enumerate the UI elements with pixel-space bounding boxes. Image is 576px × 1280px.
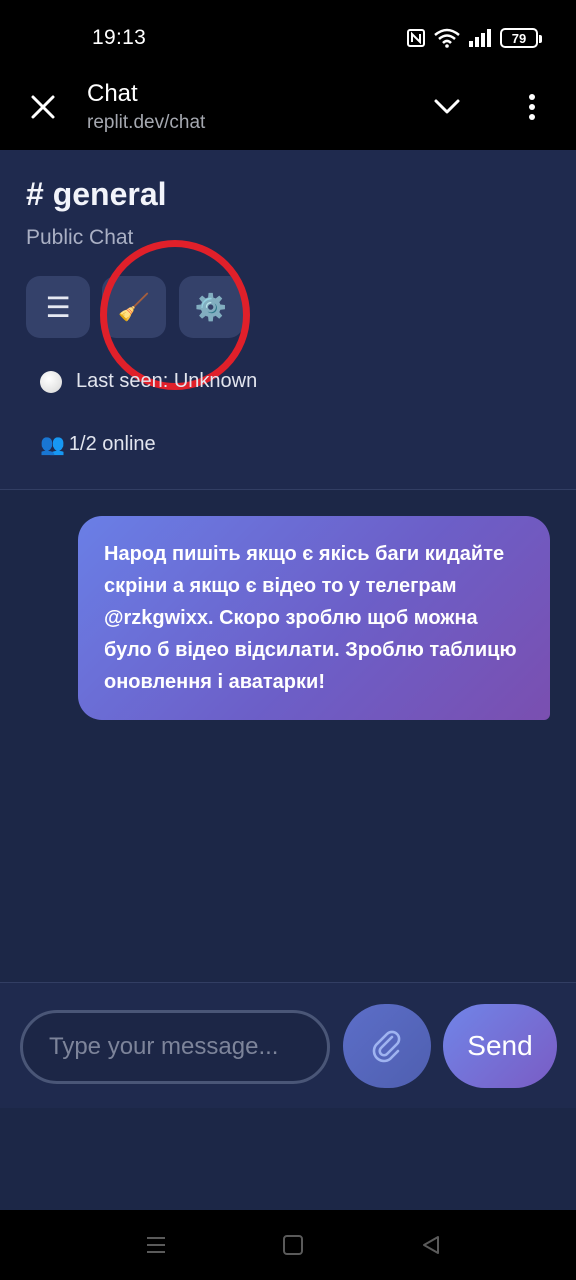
signal-icon — [469, 29, 491, 47]
close-button[interactable] — [26, 90, 60, 124]
status-icons: 79 — [406, 26, 542, 50]
home-button[interactable] — [280, 1232, 306, 1258]
menu-icon: ☰ — [45, 291, 71, 323]
nfc-icon — [407, 29, 425, 47]
close-icon — [31, 95, 55, 119]
paperclip-icon — [372, 1030, 401, 1063]
browser-bar: Chat replit.dev/chat — [0, 76, 576, 150]
battery-icon: 79 — [500, 28, 542, 48]
menu-button[interactable]: ☰ — [26, 276, 90, 338]
users-icon: 👥 — [40, 434, 65, 456]
home-icon — [283, 1235, 303, 1255]
system-nav-bar — [0, 1210, 576, 1280]
message-list[interactable]: Народ пишіть якщо є якісь баги кидайте с… — [0, 490, 576, 982]
status-dot-icon — [40, 370, 62, 393]
recent-apps-icon — [147, 1237, 165, 1253]
status-bar: 19:13 79 — [0, 0, 576, 76]
status-time: 19:13 — [92, 26, 147, 49]
online-text: 1/2 online — [68, 433, 156, 455]
online-count: 👥 1/2 online — [40, 432, 156, 457]
browser-url[interactable]: replit.dev/chat — [87, 112, 205, 134]
back-button[interactable] — [418, 1232, 444, 1258]
recent-apps-button[interactable] — [143, 1232, 169, 1258]
channel-subtitle: Public Chat — [26, 226, 134, 249]
battery-level: 79 — [511, 30, 527, 46]
chat-app: # general Public Chat ☰ 🧹 ⚙️ Last seen: … — [0, 150, 576, 1210]
more-vert-icon — [529, 94, 535, 100]
highlight-circle — [100, 240, 250, 390]
send-button[interactable]: Send — [443, 1004, 557, 1088]
wifi-icon — [434, 28, 460, 48]
more-options-button[interactable] — [520, 88, 544, 126]
back-icon — [423, 1236, 439, 1254]
last-seen-text: Last seen: Unknown — [76, 370, 258, 392]
message-bubble: Народ пишіть якщо є якісь баги кидайте с… — [78, 516, 550, 720]
browser-title: Chat — [87, 80, 138, 107]
message-composer: Send — [0, 982, 576, 1108]
chevron-down-icon — [434, 99, 460, 114]
chat-header: # general Public Chat ☰ 🧹 ⚙️ Last seen: … — [0, 150, 576, 490]
collapse-button[interactable] — [430, 92, 464, 122]
message-input[interactable] — [20, 1010, 330, 1084]
last-seen-status: Last seen: Unknown — [40, 370, 257, 393]
attach-button[interactable] — [343, 1004, 431, 1088]
channel-title: # general — [26, 176, 167, 212]
